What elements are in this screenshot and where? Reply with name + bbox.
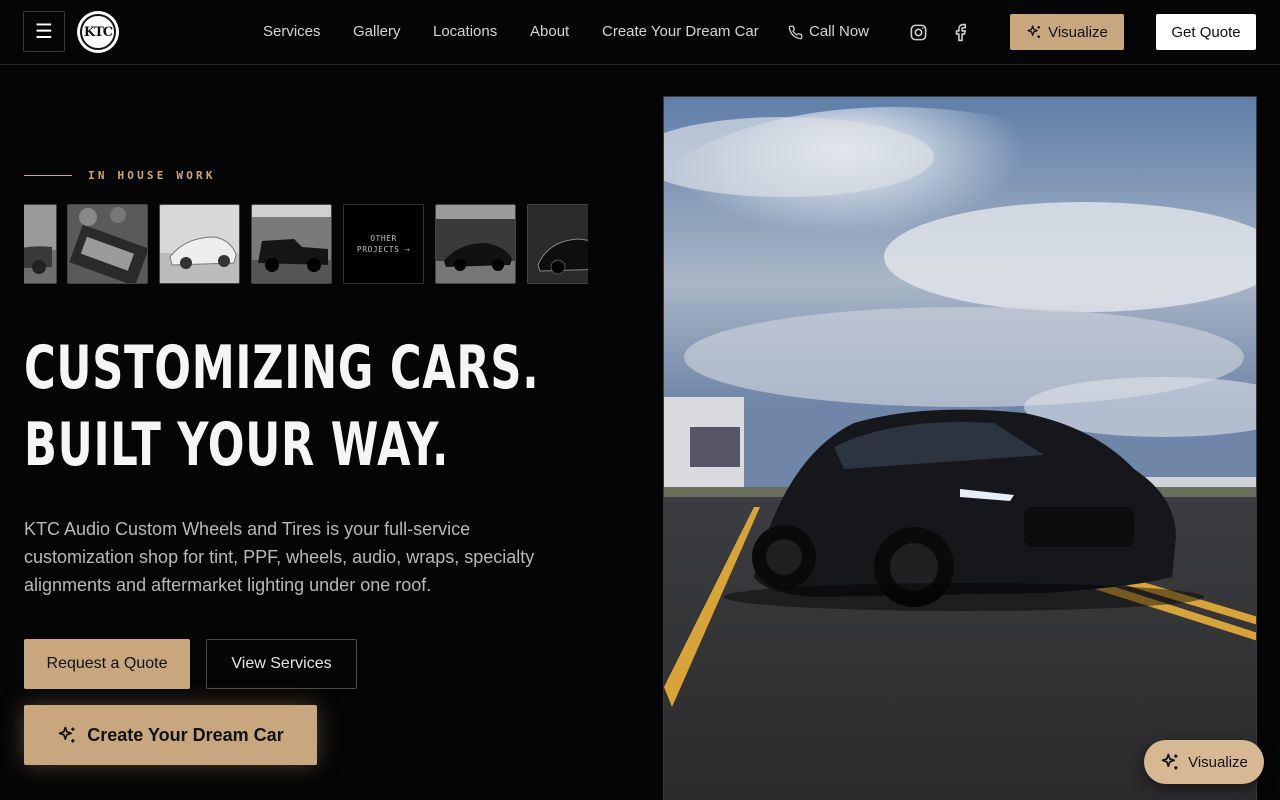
get-quote-label: Get Quote xyxy=(1171,23,1241,41)
call-now-label: Call Now xyxy=(809,23,870,40)
gallery-thumb[interactable] xyxy=(527,204,588,284)
request-quote-label: Request a Quote xyxy=(46,655,168,672)
gallery-thumb[interactable] xyxy=(251,204,332,284)
other-projects-link[interactable]: OTHER PROJECTS → xyxy=(343,204,424,284)
nav-gallery[interactable]: Gallery xyxy=(353,22,401,42)
create-dream-car-button[interactable]: Create Your Dream Car xyxy=(24,705,317,765)
hero-car-image xyxy=(663,96,1257,800)
nav-locations[interactable]: Locations xyxy=(433,22,497,42)
hamburger-icon: ☰ xyxy=(35,21,53,43)
nav-services[interactable]: Services xyxy=(263,22,321,42)
other-projects-line1: OTHER xyxy=(370,234,397,243)
view-services-button[interactable]: View Services xyxy=(206,639,357,689)
sparkles-icon xyxy=(58,726,75,743)
other-projects-line2: PROJECTS → xyxy=(356,245,411,254)
menu-button[interactable]: ☰ xyxy=(23,11,65,52)
instagram-icon xyxy=(910,24,926,40)
phone-icon xyxy=(788,25,803,39)
create-dream-car-label: Create Your Dream Car xyxy=(87,724,284,745)
hero-headline: CUSTOMIZING CARS. BUILT YOUR WAY. xyxy=(24,330,539,484)
sparkles-icon xyxy=(1027,25,1041,38)
gallery-thumb[interactable] xyxy=(24,204,57,284)
facebook-icon xyxy=(955,23,966,41)
headline-line-2: BUILT YOUR WAY. xyxy=(24,410,450,480)
request-quote-button[interactable]: Request a Quote xyxy=(24,639,190,689)
floating-visualize-label: Visualize xyxy=(1188,753,1248,771)
sparkles-icon xyxy=(1161,753,1178,770)
visualize-button[interactable]: Visualize xyxy=(1010,14,1124,50)
logo-mark: KTC xyxy=(80,14,116,50)
gallery-strip[interactable]: OTHER PROJECTS → xyxy=(24,204,588,285)
floating-visualize-button[interactable]: Visualize xyxy=(1144,740,1264,784)
eyebrow-divider xyxy=(24,175,72,176)
eyebrow-label: IN HOUSE WORK xyxy=(88,169,216,182)
site-header: ☰ KTC Services Gallery Locations About C… xyxy=(0,0,1280,65)
headline-line-1: CUSTOMIZING CARS. xyxy=(24,333,540,403)
nav-about[interactable]: About xyxy=(530,22,569,42)
hero-description: KTC Audio Custom Wheels and Tires is you… xyxy=(24,519,535,595)
instagram-link[interactable] xyxy=(908,22,928,42)
get-quote-button[interactable]: Get Quote xyxy=(1156,14,1256,50)
nav-call-now[interactable]: Call Now xyxy=(788,22,869,42)
view-services-label: View Services xyxy=(231,655,332,672)
visualize-label: Visualize xyxy=(1048,23,1108,41)
gallery-thumb[interactable] xyxy=(435,204,516,284)
logo[interactable]: KTC xyxy=(77,11,119,53)
gallery-thumb[interactable] xyxy=(159,204,240,284)
facebook-link[interactable] xyxy=(950,22,970,42)
gallery-thumb[interactable] xyxy=(67,204,148,284)
nav-create-dream-car[interactable]: Create Your Dream Car xyxy=(602,22,759,42)
